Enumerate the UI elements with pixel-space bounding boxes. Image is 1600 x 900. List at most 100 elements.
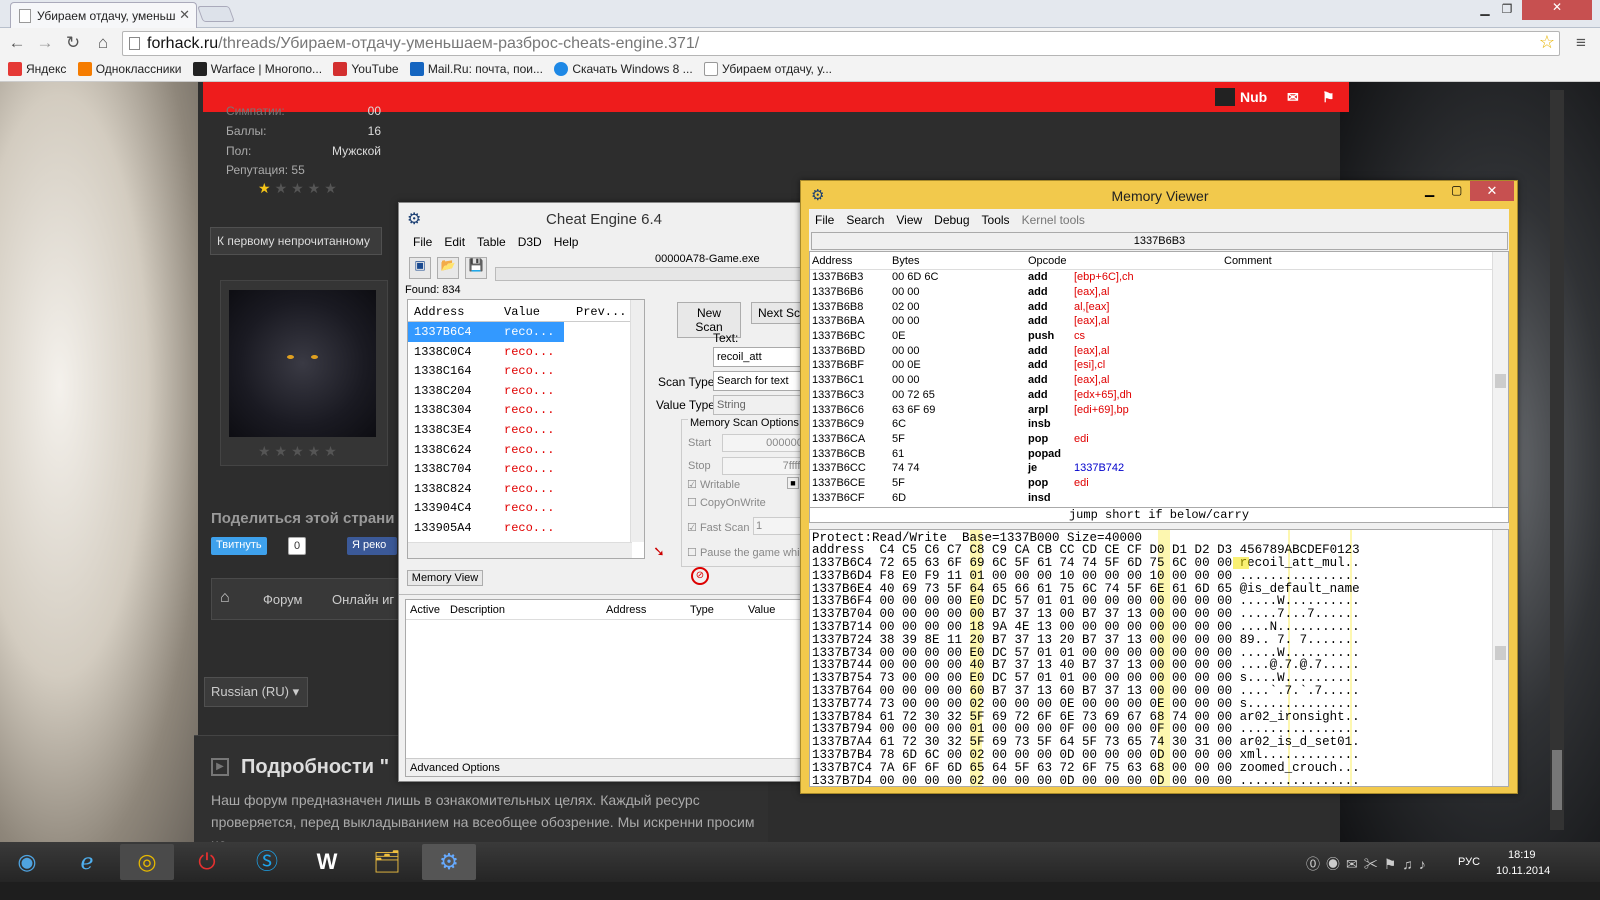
mail-icon[interactable]: ✉ — [1287, 89, 1299, 106]
table-row[interactable]: 1338C704 reco... — [408, 459, 644, 479]
col-comment[interactable]: Comment — [1224, 255, 1272, 267]
stop-icon[interactable]: ⊘ — [691, 567, 709, 585]
col-bytes[interactable]: Bytes — [892, 255, 920, 267]
user-name[interactable]: Nub — [1240, 89, 1267, 105]
results-hscrollbar[interactable] — [408, 542, 632, 558]
home-icon[interactable]: ⌂ — [220, 589, 230, 607]
disasm-row[interactable]: 1337B6C6 63 6F 69 arpl [edi+69],bp — [810, 402, 1272, 417]
hex-row[interactable]: 1337B7D4 00 00 00 00 02 00 00 00 0D 00 0… — [812, 774, 1360, 786]
hex-scrollbar[interactable] — [1492, 530, 1508, 786]
disasm-scrollbar[interactable] — [1492, 252, 1508, 508]
bookmark-windows8[interactable]: Скачать Windows 8 ... — [554, 62, 693, 76]
advanced-options-button[interactable]: Advanced Options — [406, 758, 804, 776]
save-icon[interactable]: 💾 — [465, 257, 487, 279]
tray-icons[interactable]: ⓪◉✉✂⚑♫♪ — [1306, 854, 1432, 874]
page-scrollbar[interactable] — [1550, 90, 1564, 830]
ce-menu-help[interactable]: Help — [554, 235, 579, 249]
memory-view-button[interactable]: Memory View — [407, 570, 483, 586]
facebook-like-button[interactable]: Я реко — [347, 537, 397, 555]
col-value[interactable]: Value — [748, 604, 775, 616]
col-value[interactable]: Value — [504, 305, 540, 319]
pause-game-checkbox[interactable]: ☐ Pause the game while — [687, 546, 808, 559]
hex-row[interactable]: 1337B774 73 00 00 00 02 00 00 00 0E 00 0… — [812, 697, 1360, 711]
hex-row[interactable]: 1337B714 00 00 00 00 18 9A 4E 13 00 00 0… — [812, 621, 1360, 634]
scroll-thumb[interactable] — [1495, 646, 1506, 660]
disasm-row[interactable]: 1337B6B3 00 6D 6C add [ebp+6C],ch — [810, 270, 1272, 285]
disasm-row[interactable]: 1337B6BF 00 0E add [esi],cl — [810, 358, 1272, 373]
add-address-arrow-icon[interactable]: ➘ — [649, 543, 669, 561]
table-row[interactable]: 1338C624 reco... — [408, 440, 644, 460]
table-row[interactable]: 1338C304 reco... — [408, 400, 644, 420]
table-row[interactable]: 1337B6C4 reco... — [408, 322, 564, 342]
writable-checkbox[interactable]: ☑ Writable — [687, 478, 740, 491]
disasm-row[interactable]: 1337B6CC 74 74 je 1337B742 — [810, 461, 1272, 476]
bookmark-star-icon[interactable]: ☆ — [1539, 32, 1555, 53]
user-avatar-icon[interactable] — [1215, 88, 1235, 106]
bookmark-yandex[interactable]: Яндекс — [8, 62, 66, 76]
writable-tristate[interactable]: ■ — [787, 477, 799, 489]
mv-menu-search[interactable]: Search — [846, 213, 884, 227]
hex-view[interactable]: Protect:Read/Write Base=1337B000 Size=40… — [809, 529, 1509, 787]
disasm-row[interactable]: 1337B6B6 00 00 add [eax],al — [810, 285, 1272, 300]
minimize-icon[interactable]: ▁ — [1474, 2, 1496, 16]
start-button[interactable]: ◉ — [0, 844, 54, 880]
disasm-row[interactable]: 1337B6B8 02 00 add al,[eax] — [810, 299, 1272, 314]
power-icon[interactable]: ⏻ — [180, 844, 234, 880]
ce-menu-d3d[interactable]: D3D — [518, 235, 542, 249]
col-address[interactable]: Address — [812, 255, 852, 267]
explorer-icon[interactable]: 🗂 — [360, 844, 414, 880]
chrome-icon[interactable]: ◎ — [120, 844, 174, 880]
disasm-row[interactable]: 1337B6BA 00 00 add [eax],al — [810, 314, 1272, 329]
col-type[interactable]: Type — [690, 604, 714, 616]
close-window-icon[interactable]: ✕ — [1522, 0, 1592, 20]
bookmark-warface[interactable]: Warface | Многопо... — [192, 62, 322, 76]
breadcrumb-online[interactable]: Онлайн иг — [332, 592, 394, 607]
col-address[interactable]: Address — [414, 305, 464, 319]
table-row[interactable]: 1338C0C4 reco... — [408, 342, 644, 362]
results-scrollbar[interactable] — [630, 300, 644, 542]
mv-menu-tools[interactable]: Tools — [982, 213, 1010, 227]
open-process-icon[interactable]: ▣ — [409, 257, 431, 279]
language-select[interactable]: Russian (RU) ▾ — [204, 677, 308, 707]
ce-menu-table[interactable]: Table — [477, 235, 506, 249]
table-row[interactable]: 1338C204 reco... — [408, 381, 644, 401]
hex-row[interactable]: 1337B6C4 72 65 63 6F 69 6C 5F 61 74 74 5… — [812, 557, 1360, 570]
browser-tab[interactable]: Убираем отдачу, уменьш ✕ — [10, 2, 197, 28]
forward-icon[interactable]: → — [34, 33, 56, 55]
disasm-row[interactable]: 1337B6CE 5F pop edi — [810, 476, 1272, 491]
bookmark-odnoklassniki[interactable]: Одноклассники — [77, 62, 181, 76]
table-row[interactable]: 133904C4 reco... — [408, 498, 644, 518]
home-icon[interactable]: ⌂ — [92, 33, 114, 55]
new-tab-button[interactable] — [197, 6, 235, 22]
back-icon[interactable]: ← — [6, 33, 28, 55]
maximize-icon[interactable]: ▢ — [1451, 183, 1462, 197]
hex-row[interactable]: 1337B7B4 78 6D 6C 00 02 00 00 00 0D 00 0… — [812, 749, 1360, 762]
table-row[interactable]: 1338C164 reco... — [408, 361, 644, 381]
mv-menu-view[interactable]: View — [896, 213, 922, 227]
disasm-row[interactable]: 1337B6CA 5F pop edi — [810, 432, 1272, 447]
alerts-flag-icon[interactable]: ⚑ — [1322, 89, 1335, 106]
mv-menu-file[interactable]: File — [815, 213, 834, 227]
value-type-select[interactable]: String — [713, 395, 813, 415]
cheat-table[interactable]: Active Description Address Type Value Ad… — [405, 599, 805, 777]
scan-results-list[interactable]: Address Value Prev... 1337B6C4 reco... 133… — [407, 299, 645, 559]
col-opcode[interactable]: Opcode — [1028, 255, 1067, 267]
restore-icon[interactable]: ❐ — [1496, 2, 1518, 16]
hex-row[interactable]: 1337B6D4 F8 E0 F9 11 01 00 00 00 10 00 0… — [812, 569, 1360, 583]
current-address-box[interactable]: 1337B6B3 — [811, 232, 1508, 250]
disasm-row[interactable]: 1337B6CF 6D insd — [810, 490, 1272, 505]
disasm-row[interactable]: 1337B6C9 6C insb — [810, 417, 1272, 432]
breadcrumb-forum[interactable]: Форум — [263, 592, 303, 607]
stop-address-input[interactable]: 7fffffff — [722, 457, 812, 475]
mv-menu-debug[interactable]: Debug — [934, 213, 969, 227]
table-row[interactable]: 1338C3E4 reco... — [408, 420, 644, 440]
input-language[interactable]: РУС — [1458, 856, 1480, 868]
table-row[interactable]: 1338C824 reco... — [408, 479, 644, 499]
internet-explorer-icon[interactable]: ℯ — [60, 844, 114, 880]
open-file-icon[interactable]: 📂 — [437, 257, 459, 279]
disasm-row[interactable]: 1337B6C1 00 00 add [eax],al — [810, 373, 1272, 388]
warface-icon[interactable]: W — [300, 844, 354, 880]
start-address-input[interactable]: 0000000 — [722, 434, 812, 452]
disasm-row[interactable]: 1337B6BC 0E push cs — [810, 329, 1272, 344]
col-address[interactable]: Address — [606, 604, 646, 616]
